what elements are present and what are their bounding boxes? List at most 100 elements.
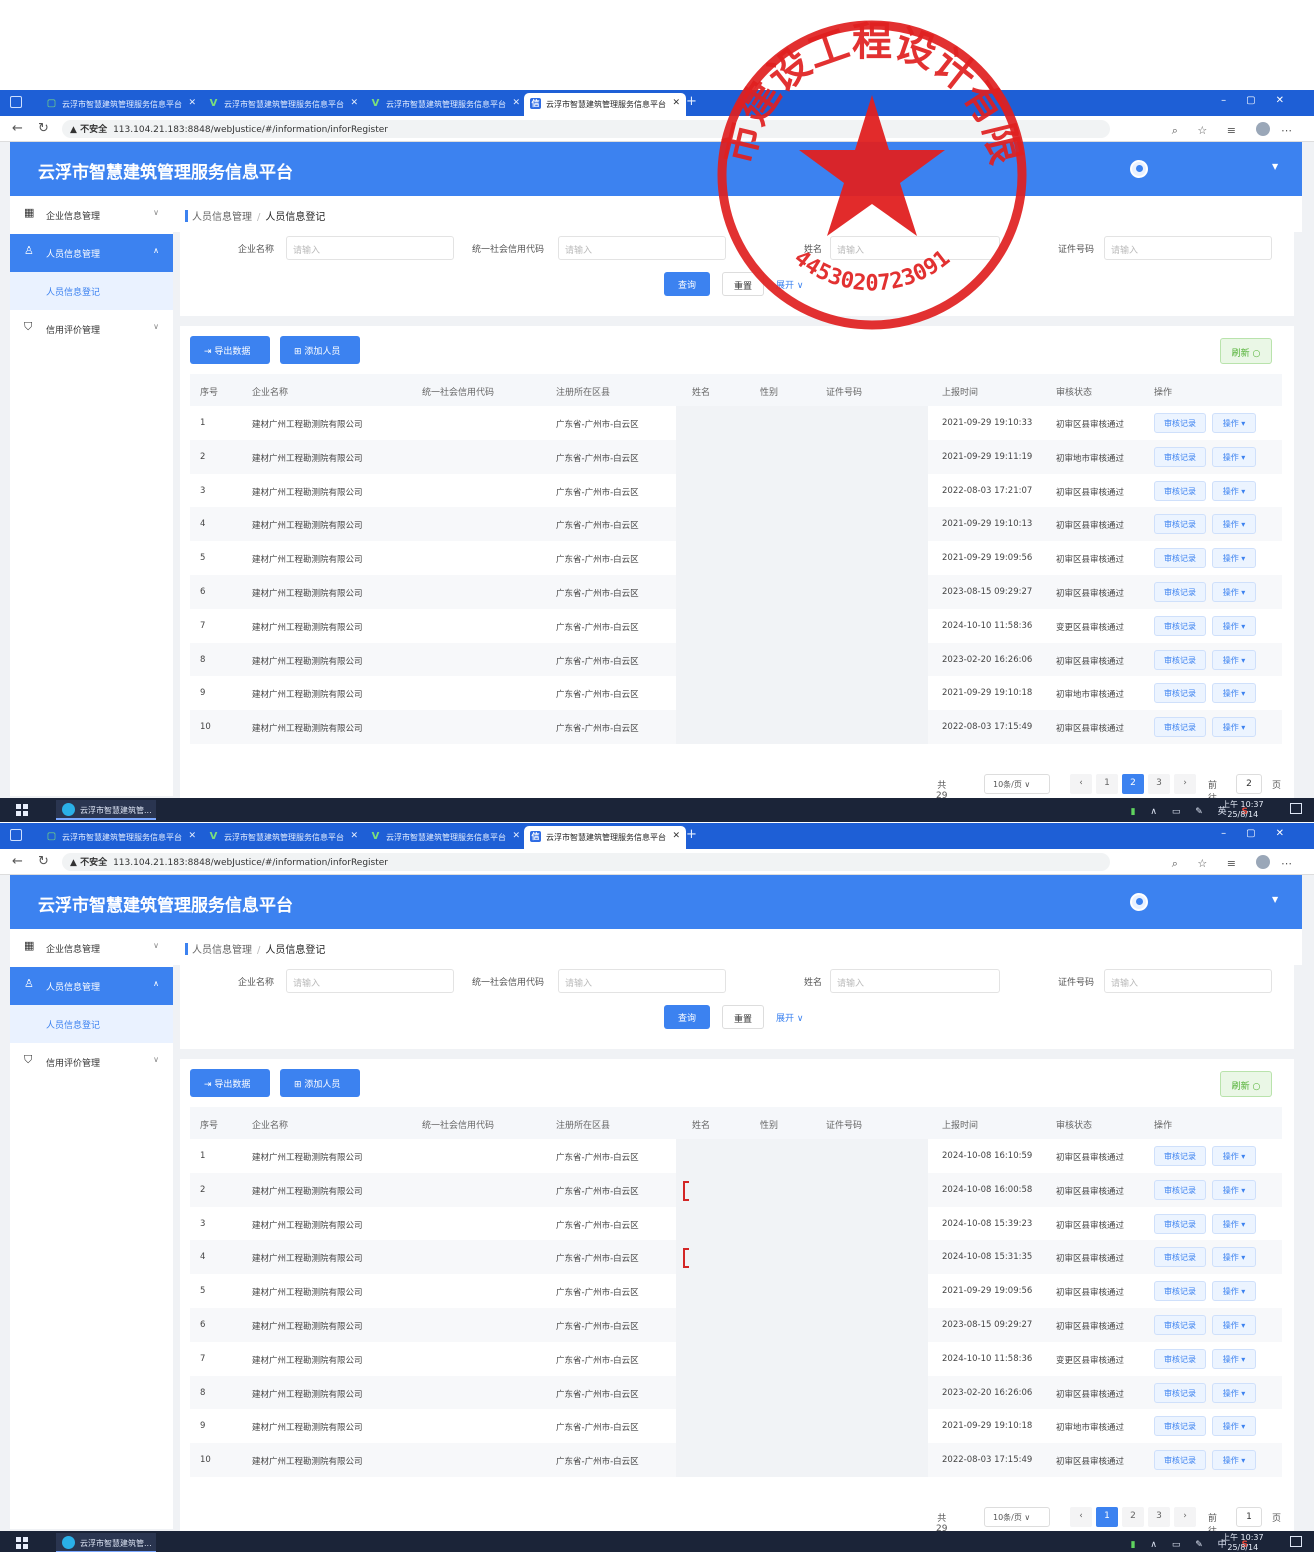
audit-record-button[interactable]: 审核记录 <box>1154 1213 1206 1234</box>
operations-dropdown-button[interactable]: 操作 ▾ <box>1212 1213 1256 1234</box>
sidebar-subitem-register[interactable]: 人员信息登记 <box>10 272 173 310</box>
operations-dropdown-button[interactable]: 操作 ▾ <box>1212 480 1256 501</box>
window-controls[interactable]: –▢✕ <box>1221 828 1304 839</box>
profile-icon[interactable] <box>1255 855 1270 869</box>
browser-tab[interactable]: V 云浮市智慧建筑管理服务信息平台 ✕ <box>202 826 364 849</box>
goto-page-input[interactable]: 1 <box>1236 1507 1262 1527</box>
close-tab-icon[interactable]: ✕ <box>350 98 358 108</box>
page-button[interactable]: 3 <box>1148 774 1170 794</box>
browser-tab[interactable]: ▢ 云浮市智慧建筑管理服务信息平台 ✕ <box>40 826 202 849</box>
new-tab-icon[interactable]: + <box>686 94 697 109</box>
sidebar-item-personnel[interactable]: ♙ 人员信息管理 ∧ <box>10 967 173 1005</box>
sidebar-item-credit[interactable]: ⛉ 信用评价管理 ∨ <box>10 1043 173 1081</box>
window-menu-icon[interactable] <box>10 829 22 841</box>
back-icon[interactable]: ← <box>12 121 23 136</box>
operations-dropdown-button[interactable]: 操作 ▾ <box>1212 1179 1256 1200</box>
audit-record-button[interactable]: 审核记录 <box>1154 413 1206 433</box>
audit-record-button[interactable]: 审核记录 <box>1154 1314 1206 1335</box>
refresh-button[interactable]: 刷新 ○ <box>1220 338 1272 364</box>
browser-toolbar[interactable]: ⌕ ☆ ≡ ⋯ <box>1172 122 1300 138</box>
query-button[interactable]: 查询 <box>664 1005 710 1029</box>
browser-tab-active[interactable]: 信云浮市智慧建筑管理服务信息平台 ✕ <box>524 826 686 849</box>
browser-tab[interactable]: V 云浮市智慧建筑管理服务信息平台 ✕ <box>202 93 364 116</box>
window-menu-icon[interactable] <box>10 96 22 108</box>
insecure-warning[interactable]: ▲ 不安全 <box>70 858 107 868</box>
expand-button[interactable]: 展开 ∨ <box>776 1011 803 1024</box>
operations-dropdown-button[interactable]: 操作 ▾ <box>1212 683 1256 704</box>
add-person-button[interactable]: ⊞ 添加人员 <box>280 336 360 364</box>
windows-start-icon[interactable] <box>16 1537 28 1549</box>
audit-record-button[interactable]: 审核记录 <box>1154 683 1206 704</box>
window-controls[interactable]: –▢✕ <box>1221 95 1304 106</box>
sidebar-item-credit[interactable]: ⛉ 信用评价管理 ∨ <box>10 310 173 348</box>
audit-record-button[interactable]: 审核记录 <box>1154 1281 1206 1302</box>
operations-dropdown-button[interactable]: 操作 ▾ <box>1212 717 1256 738</box>
close-tab-icon[interactable]: ✕ <box>512 831 520 841</box>
notification-icon[interactable] <box>1290 1536 1302 1547</box>
reset-button[interactable]: 重置 <box>722 1005 764 1029</box>
audit-record-button[interactable]: 审核记录 <box>1154 1348 1206 1369</box>
close-tab-icon[interactable]: ✕ <box>672 831 680 841</box>
operations-dropdown-button[interactable]: 操作 ▾ <box>1212 1314 1256 1335</box>
close-tab-icon[interactable]: ✕ <box>512 98 520 108</box>
operations-dropdown-button[interactable]: 操作 ▾ <box>1212 1382 1256 1403</box>
operations-dropdown-button[interactable]: 操作 ▾ <box>1212 1450 1256 1471</box>
user-avatar-icon[interactable] <box>1130 893 1148 911</box>
browser-tab[interactable]: V 云浮市智慧建筑管理服务信息平台 ✕ <box>364 826 526 849</box>
credit-code-input[interactable]: 请输入 <box>558 236 726 260</box>
page-button[interactable]: 1 <box>1096 1507 1118 1527</box>
audit-record-button[interactable]: 审核记录 <box>1154 1179 1206 1200</box>
sidebar-item-enterprise[interactable]: ▦ 企业信息管理 ∨ <box>10 196 173 234</box>
page-button[interactable]: 2 <box>1122 1507 1144 1527</box>
add-person-button[interactable]: ⊞ 添加人员 <box>280 1069 360 1097</box>
breadcrumb-parent[interactable]: 人员信息管理 <box>192 212 252 223</box>
audit-record-button[interactable]: 审核记录 <box>1154 581 1206 602</box>
audit-record-button[interactable]: 审核记录 <box>1154 717 1206 738</box>
audit-record-button[interactable]: 审核记录 <box>1154 1382 1206 1403</box>
insecure-warning[interactable]: ▲ 不安全 <box>70 125 107 135</box>
operations-dropdown-button[interactable]: 操作 ▾ <box>1212 649 1256 670</box>
user-menu-caret-icon[interactable]: ▼ <box>1272 895 1278 904</box>
page-button[interactable]: 2 <box>1122 774 1144 794</box>
operations-dropdown-button[interactable]: 操作 ▾ <box>1212 413 1256 433</box>
next-page-button[interactable]: › <box>1174 1507 1196 1527</box>
windows-start-icon[interactable] <box>16 804 28 816</box>
close-tab-icon[interactable]: ✕ <box>672 98 680 108</box>
operations-dropdown-button[interactable]: 操作 ▾ <box>1212 1348 1256 1369</box>
page-size-select[interactable]: 10条/页 ∨ <box>984 1507 1050 1527</box>
person-name-input[interactable]: 请输入 <box>830 969 1000 993</box>
audit-record-button[interactable]: 审核记录 <box>1154 548 1206 569</box>
sidebar-item-personnel[interactable]: ♙ 人员信息管理 ∧ <box>10 234 173 272</box>
operations-dropdown-button[interactable]: 操作 ▾ <box>1212 1146 1256 1166</box>
operations-dropdown-button[interactable]: 操作 ▾ <box>1212 615 1256 636</box>
id-number-input[interactable]: 请输入 <box>1104 236 1272 260</box>
back-icon[interactable]: ← <box>12 854 23 869</box>
audit-record-button[interactable]: 审核记录 <box>1154 1247 1206 1268</box>
reload-icon[interactable]: ↻ <box>38 121 49 136</box>
close-tab-icon[interactable]: ✕ <box>188 98 196 108</box>
export-button[interactable]: ⇥ 导出数据 <box>190 336 270 364</box>
credit-code-input[interactable]: 请输入 <box>558 969 726 993</box>
browser-tab[interactable]: V 云浮市智慧建筑管理服务信息平台 ✕ <box>364 93 526 116</box>
company-name-input[interactable]: 请输入 <box>286 236 454 260</box>
browser-tab[interactable]: ▢ 云浮市智慧建筑管理服务信息平台 ✕ <box>40 93 202 116</box>
user-avatar-icon[interactable] <box>1130 160 1148 178</box>
operations-dropdown-button[interactable]: 操作 ▾ <box>1212 581 1256 602</box>
operations-dropdown-button[interactable]: 操作 ▾ <box>1212 1281 1256 1302</box>
audit-record-button[interactable]: 审核记录 <box>1154 514 1206 535</box>
refresh-button[interactable]: 刷新 ○ <box>1220 1071 1272 1097</box>
clock[interactable]: 上午 10:37 25/8/14 <box>1222 1533 1264 1552</box>
breadcrumb-parent[interactable]: 人员信息管理 <box>192 945 252 956</box>
audit-record-button[interactable]: 审核记录 <box>1154 649 1206 670</box>
reload-icon[interactable]: ↻ <box>38 854 49 869</box>
taskbar-browser-item[interactable]: 云浮市智慧建筑管... <box>56 1533 156 1552</box>
profile-icon[interactable] <box>1255 122 1270 136</box>
operations-dropdown-button[interactable]: 操作 ▾ <box>1212 1416 1256 1437</box>
operations-dropdown-button[interactable]: 操作 ▾ <box>1212 1247 1256 1268</box>
export-button[interactable]: ⇥ 导出数据 <box>190 1069 270 1097</box>
operations-dropdown-button[interactable]: 操作 ▾ <box>1212 514 1256 535</box>
browser-tab-active[interactable]: 信云浮市智慧建筑管理服务信息平台 ✕ <box>524 93 686 116</box>
company-name-input[interactable]: 请输入 <box>286 969 454 993</box>
sidebar-subitem-register[interactable]: 人员信息登记 <box>10 1005 173 1043</box>
close-tab-icon[interactable]: ✕ <box>188 831 196 841</box>
